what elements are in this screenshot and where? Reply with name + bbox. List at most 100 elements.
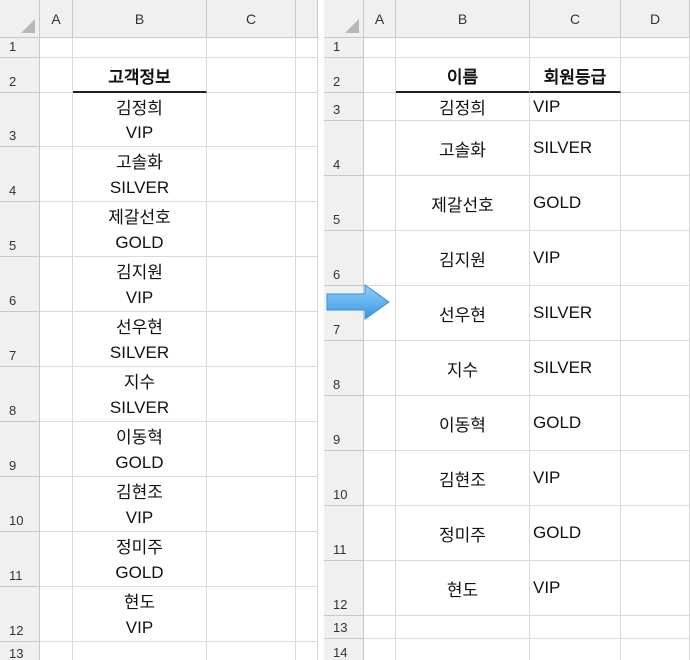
record-cell[interactable]: 고솔화 SILVER [73,147,207,202]
empty-cell[interactable] [396,639,530,660]
row-header-2[interactable]: 2 [0,58,40,93]
empty-cell[interactable] [621,341,690,396]
empty-cell[interactable] [40,422,73,477]
row-header-3[interactable]: 3 [0,93,40,147]
empty-cell[interactable] [364,506,396,561]
empty-cell[interactable] [207,38,296,58]
empty-cell[interactable] [530,616,621,639]
name-cell[interactable]: 김정희 [396,93,530,121]
empty-cell[interactable] [207,367,296,422]
empty-cell[interactable] [621,176,690,231]
empty-cell[interactable] [364,341,396,396]
row-header-8[interactable]: 8 [324,341,364,396]
empty-cell[interactable] [296,587,318,642]
grade-cell[interactable]: VIP [530,561,621,616]
name-cell[interactable]: 지수 [396,341,530,396]
empty-cell[interactable] [396,616,530,639]
empty-cell[interactable] [621,38,690,58]
row-header-4[interactable]: 4 [0,147,40,202]
empty-cell[interactable] [621,616,690,639]
record-cell[interactable]: 선우현 SILVER [73,312,207,367]
empty-cell[interactable] [621,58,690,93]
record-cell[interactable]: 제갈선호 GOLD [73,202,207,257]
record-cell[interactable]: 김정희 VIP [73,93,207,147]
row-header-9[interactable]: 9 [0,422,40,477]
grade-cell[interactable]: SILVER [530,341,621,396]
name-cell[interactable]: 정미주 [396,506,530,561]
name-cell[interactable]: 제갈선호 [396,176,530,231]
select-all-corner[interactable] [0,0,40,38]
grade-cell[interactable]: VIP [530,93,621,121]
empty-cell[interactable] [296,312,318,367]
empty-cell[interactable] [621,561,690,616]
header-cell-customer-info[interactable]: 고객정보 [73,58,207,93]
row-header-9[interactable]: 9 [324,396,364,451]
empty-cell[interactable] [530,38,621,58]
row-header-1[interactable]: 1 [0,38,40,58]
grade-cell[interactable]: GOLD [530,396,621,451]
record-cell[interactable]: 이동혁 GOLD [73,422,207,477]
empty-cell[interactable] [621,506,690,561]
row-header-13[interactable]: 13 [324,616,364,639]
row-header-6[interactable]: 6 [0,257,40,312]
header-cell-name[interactable]: 이름 [396,58,530,93]
empty-cell[interactable] [296,38,318,58]
empty-cell[interactable] [364,93,396,121]
grade-cell[interactable]: VIP [530,231,621,286]
empty-cell[interactable] [207,312,296,367]
empty-cell[interactable] [621,639,690,660]
name-cell[interactable]: 김지원 [396,231,530,286]
column-header-b[interactable]: B [396,0,530,38]
empty-cell[interactable] [40,58,73,93]
empty-cell[interactable] [296,642,318,660]
empty-cell[interactable] [296,422,318,477]
empty-cell[interactable] [73,38,207,58]
row-header-2[interactable]: 2 [324,58,364,93]
empty-cell[interactable] [40,367,73,422]
row-header-11[interactable]: 11 [0,532,40,587]
record-cell[interactable]: 지수 SILVER [73,367,207,422]
empty-cell[interactable] [621,121,690,176]
empty-cell[interactable] [40,477,73,532]
empty-cell[interactable] [364,616,396,639]
empty-cell[interactable] [40,147,73,202]
row-header-6[interactable]: 6 [324,231,364,286]
empty-cell[interactable] [40,257,73,312]
name-cell[interactable]: 이동혁 [396,396,530,451]
empty-cell[interactable] [621,451,690,506]
empty-cell[interactable] [364,38,396,58]
empty-cell[interactable] [40,38,73,58]
empty-cell[interactable] [40,312,73,367]
row-header-4[interactable]: 4 [324,121,364,176]
row-header-1[interactable]: 1 [324,38,364,58]
empty-cell[interactable] [296,147,318,202]
empty-cell[interactable] [296,257,318,312]
empty-cell[interactable] [296,477,318,532]
column-header-b[interactable]: B [73,0,207,38]
column-header-a[interactable]: A [364,0,396,38]
record-cell[interactable]: 김지원 VIP [73,257,207,312]
record-cell[interactable]: 정미주 GOLD [73,532,207,587]
empty-cell[interactable] [40,642,73,660]
empty-cell[interactable] [40,587,73,642]
select-all-corner[interactable] [324,0,364,38]
empty-cell[interactable] [364,121,396,176]
empty-cell[interactable] [40,532,73,587]
row-header-13[interactable]: 13 [0,642,40,660]
row-header-5[interactable]: 5 [0,202,40,257]
empty-cell[interactable] [207,422,296,477]
empty-cell[interactable] [364,176,396,231]
name-cell[interactable]: 선우현 [396,286,530,341]
row-header-12[interactable]: 12 [0,587,40,642]
row-header-10[interactable]: 10 [0,477,40,532]
empty-cell[interactable] [530,639,621,660]
row-header-10[interactable]: 10 [324,451,364,506]
empty-cell[interactable] [207,477,296,532]
row-header-11[interactable]: 11 [324,506,364,561]
name-cell[interactable]: 현도 [396,561,530,616]
name-cell[interactable]: 고솔화 [396,121,530,176]
empty-cell[interactable] [40,93,73,147]
row-header-14[interactable]: 14 [324,639,364,660]
empty-cell[interactable] [207,202,296,257]
row-header-5[interactable]: 5 [324,176,364,231]
